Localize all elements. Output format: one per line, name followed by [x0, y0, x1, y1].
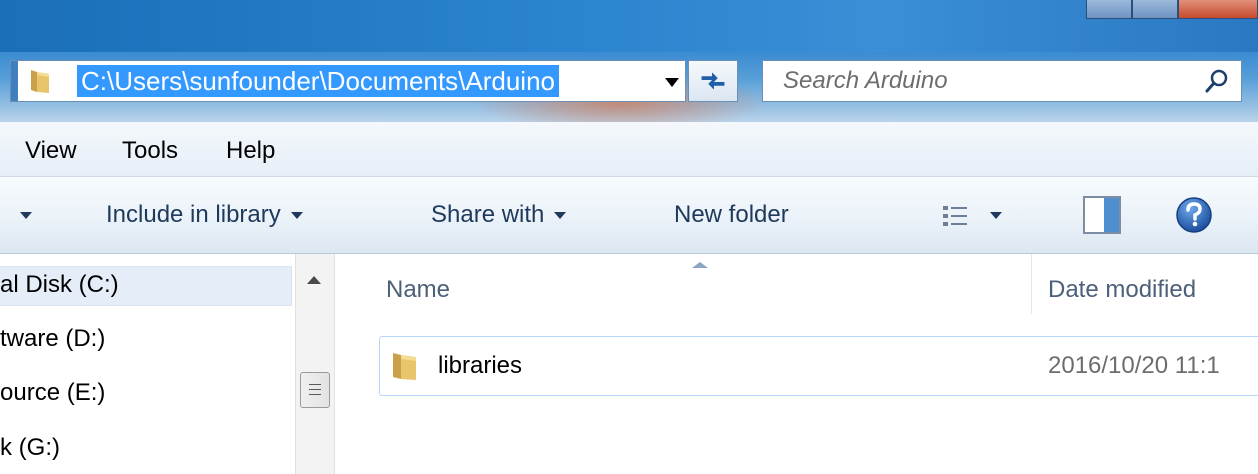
column-header-date-modified[interactable]: Date modified: [1048, 276, 1196, 304]
nav-pane-scrollbar[interactable]: [295, 254, 335, 474]
search-placeholder: Search Arduino: [783, 67, 948, 94]
maximize-button[interactable]: [1132, 0, 1178, 19]
list-item[interactable]: libraries 2016/10/20 11:1: [379, 336, 1258, 396]
window-controls: [1086, 0, 1258, 19]
navigation-pane: al Disk (C:) tware (D:) ource (E:) k (G:…: [0, 254, 295, 474]
nav-item-source-e[interactable]: ource (E:): [0, 375, 105, 411]
chevron-down-icon: [554, 212, 567, 220]
refresh-icon: [701, 72, 725, 90]
share-with-label: Share with: [431, 201, 545, 228]
address-bar[interactable]: C:\Users\sunfounder\Documents\Arduino: [10, 60, 686, 102]
change-view-button[interactable]: [942, 177, 1002, 253]
chevron-down-icon: [20, 212, 32, 220]
include-in-library-label: Include in library: [106, 201, 281, 228]
share-with-button[interactable]: Share with: [431, 177, 567, 253]
minimize-button[interactable]: [1086, 0, 1132, 19]
menu-tools[interactable]: Tools: [122, 122, 178, 180]
close-button[interactable]: [1178, 0, 1258, 19]
nav-item-label: al Disk (C:): [0, 271, 119, 298]
new-folder-button[interactable]: New folder: [674, 177, 789, 253]
search-box[interactable]: Search Arduino: [762, 60, 1242, 102]
address-path[interactable]: C:\Users\sunfounder\Documents\Arduino: [77, 65, 560, 97]
scroll-up-arrow-icon[interactable]: [307, 276, 321, 284]
include-in-library-button[interactable]: Include in library: [106, 177, 303, 253]
help-button[interactable]: [1174, 195, 1214, 242]
nav-item-local-disk-c[interactable]: al Disk (C:): [0, 266, 292, 306]
menu-view[interactable]: View: [25, 122, 77, 180]
refresh-button[interactable]: [688, 60, 738, 102]
chevron-down-icon[interactable]: [665, 78, 679, 87]
organize-dropdown[interactable]: [10, 177, 32, 253]
menu-bar: View Tools Help: [0, 122, 1258, 177]
view-details-icon: [943, 205, 967, 226]
nav-item-software-d[interactable]: tware (D:): [0, 321, 105, 357]
help-icon: [1176, 197, 1212, 233]
preview-pane-icon: [1083, 196, 1121, 234]
navigation-bar: C:\Users\sunfounder\Documents\Arduino Se…: [0, 52, 1258, 132]
chevron-down-icon: [290, 212, 303, 220]
nav-item-g[interactable]: k (G:): [0, 430, 60, 466]
file-name: libraries: [438, 352, 523, 379]
column-divider[interactable]: [1031, 254, 1032, 314]
file-list: Name Date modified libraries 2016/10/20 …: [336, 254, 1258, 474]
chevron-down-icon: [990, 212, 1002, 220]
file-date-modified: 2016/10/20 11:1: [1048, 352, 1220, 379]
sort-ascending-icon: [692, 262, 708, 268]
search-icon[interactable]: [1203, 67, 1231, 95]
folder-icon: [31, 70, 49, 93]
column-header-name[interactable]: Name: [386, 276, 450, 304]
command-bar: Include in library Share with New folder: [0, 177, 1258, 254]
preview-pane-button[interactable]: [1082, 195, 1122, 242]
folder-icon: [393, 353, 416, 380]
scrollbar-thumb[interactable]: [300, 372, 330, 408]
window-title-bar: [0, 0, 1258, 52]
menu-help[interactable]: Help: [226, 122, 275, 180]
address-bar-edge: [11, 61, 18, 101]
